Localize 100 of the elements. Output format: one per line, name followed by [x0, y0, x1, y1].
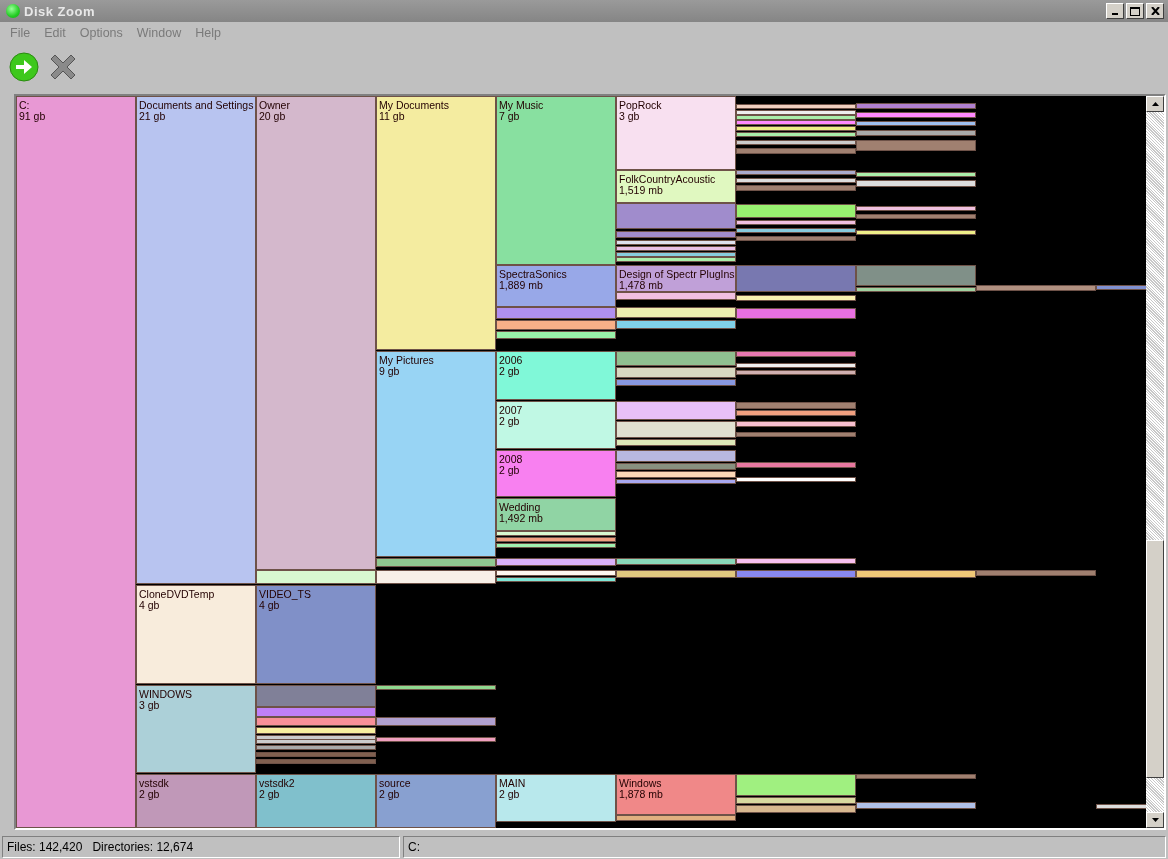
- folder-block[interactable]: My Pictures 9 gb: [376, 351, 496, 557]
- folder-bar[interactable]: [736, 115, 856, 120]
- folder-name: PopRock: [619, 100, 662, 111]
- folder-bar[interactable]: [616, 450, 736, 462]
- folder-bar[interactable]: [736, 228, 856, 233]
- folder-bar[interactable]: [736, 558, 856, 564]
- folder-bar[interactable]: [856, 172, 976, 177]
- folder-block[interactable]: vstsdk 2 gb: [136, 774, 256, 828]
- folder-block[interactable]: Owner 20 gb: [256, 96, 376, 570]
- folder-bar[interactable]: [856, 802, 976, 809]
- folder-block[interactable]: Windows 1,878 mb: [616, 774, 736, 815]
- folder-bar[interactable]: [736, 140, 856, 145]
- folder-bar[interactable]: [856, 130, 976, 136]
- folder-bar[interactable]: [856, 287, 976, 292]
- folder-bar[interactable]: [736, 120, 856, 125]
- folder-block[interactable]: WINDOWS 3 gb: [136, 685, 256, 773]
- folder-bar[interactable]: [736, 370, 856, 375]
- folder-bar[interactable]: [736, 178, 856, 183]
- folder-bar[interactable]: [616, 351, 736, 366]
- folder-bar[interactable]: [496, 531, 616, 536]
- folder-block[interactable]: VIDEO_TS 4 gb: [256, 585, 376, 684]
- folder-bar[interactable]: [856, 570, 976, 578]
- folder-block[interactable]: My Music 7 gb: [496, 96, 616, 265]
- folder-block[interactable]: 2006 2 gb: [496, 351, 616, 400]
- folder-bar[interactable]: [256, 570, 376, 584]
- scroll-down-button[interactable]: [1146, 812, 1164, 828]
- folder-block[interactable]: 2007 2 gb: [496, 401, 616, 449]
- folder-bar[interactable]: [376, 717, 496, 726]
- folder-bar[interactable]: [736, 774, 856, 796]
- folder-bar[interactable]: [496, 570, 616, 576]
- folder-bar[interactable]: [496, 331, 616, 339]
- folder-block[interactable]: My Documents 11 gb: [376, 96, 496, 350]
- folder-bar[interactable]: [736, 295, 856, 301]
- folder-block[interactable]: CloneDVDTemp 4 gb: [136, 585, 256, 684]
- folder-bar[interactable]: [496, 537, 616, 542]
- folder-bar[interactable]: [616, 439, 736, 446]
- folder-block[interactable]: source 2 gb: [376, 774, 496, 828]
- folder-bar[interactable]: [736, 477, 856, 482]
- folder-bar[interactable]: [616, 570, 736, 578]
- folder-block[interactable]: vstsdk2 2 gb: [256, 774, 376, 828]
- scroll-up-button[interactable]: [1146, 96, 1164, 112]
- folder-bar[interactable]: [616, 320, 736, 329]
- folder-block[interactable]: 2008 2 gb: [496, 450, 616, 497]
- folder-block[interactable]: Wedding 1,492 mb: [496, 498, 616, 531]
- scroll-thumb[interactable]: [1146, 540, 1164, 778]
- folder-bar[interactable]: [736, 104, 856, 109]
- folder-bar[interactable]: [616, 815, 736, 821]
- folder-bar[interactable]: [856, 230, 976, 235]
- folder-bar[interactable]: [616, 471, 736, 478]
- vertical-scrollbar[interactable]: [1146, 96, 1164, 828]
- folder-bar[interactable]: [616, 246, 736, 251]
- folder-bar[interactable]: [616, 367, 736, 378]
- folder-block[interactable]: MAIN 2 gb: [496, 774, 616, 822]
- folder-block[interactable]: FolkCountryAcoustic 1,519 mb: [616, 170, 736, 203]
- folder-bar[interactable]: [256, 739, 376, 744]
- folder-bar[interactable]: [616, 421, 736, 438]
- folder-size: 2 gb: [499, 366, 520, 377]
- folder-bar[interactable]: [496, 320, 616, 330]
- folder-block[interactable]: SpectraSonics 1,889 mb: [496, 265, 616, 307]
- folder-bar[interactable]: [376, 685, 496, 690]
- folder-bar[interactable]: [496, 543, 616, 548]
- folder-name: Owner: [259, 100, 290, 111]
- folder-bar[interactable]: [736, 204, 856, 218]
- folder-bar[interactable]: [616, 257, 736, 262]
- folder-bar[interactable]: [616, 292, 736, 300]
- folder-bar[interactable]: [736, 805, 856, 813]
- folder-bar[interactable]: [736, 126, 856, 131]
- folder-bar[interactable]: [736, 220, 856, 225]
- folder-bar[interactable]: [376, 737, 496, 742]
- folder-bar[interactable]: [736, 410, 856, 416]
- folder-block[interactable]: PopRock 3 gb: [616, 96, 736, 170]
- folder-bar[interactable]: [736, 132, 856, 137]
- folder-bar[interactable]: [736, 110, 856, 115]
- folder-bar[interactable]: [736, 421, 856, 427]
- folder-bar[interactable]: [376, 558, 496, 567]
- folder-bar[interactable]: [496, 558, 616, 566]
- maximize-button[interactable]: [1126, 3, 1144, 19]
- folder-bar[interactable]: [256, 745, 376, 750]
- folder-bar[interactable]: [616, 240, 736, 245]
- folder-bar[interactable]: [736, 797, 856, 804]
- folder-bar[interactable]: [616, 252, 736, 257]
- folder-bar[interactable]: [256, 717, 376, 726]
- folder-bar[interactable]: [616, 401, 736, 420]
- folder-bar[interactable]: [616, 307, 736, 318]
- folder-block[interactable]: Design of Spectr PlugIns 1,478 mb: [616, 265, 736, 292]
- folder-bar[interactable]: [856, 112, 976, 118]
- folder-bar[interactable]: [736, 363, 856, 368]
- folder-bar[interactable]: [496, 577, 616, 582]
- close-button[interactable]: [1146, 3, 1164, 19]
- minimize-button[interactable]: [1106, 3, 1124, 19]
- folder-bar[interactable]: [376, 570, 496, 584]
- folder-block[interactable]: C: 91 gb: [16, 96, 136, 828]
- folder-bar[interactable]: [256, 727, 376, 734]
- folder-bar[interactable]: [856, 206, 976, 211]
- folder-bar[interactable]: [616, 558, 736, 565]
- folder-bar[interactable]: [616, 479, 736, 484]
- folder-bar[interactable]: [736, 170, 856, 175]
- folder-bar[interactable]: [856, 180, 976, 187]
- folder-bar[interactable]: [856, 121, 976, 126]
- folder-block[interactable]: Documents and Settings 21 gb: [136, 96, 256, 584]
